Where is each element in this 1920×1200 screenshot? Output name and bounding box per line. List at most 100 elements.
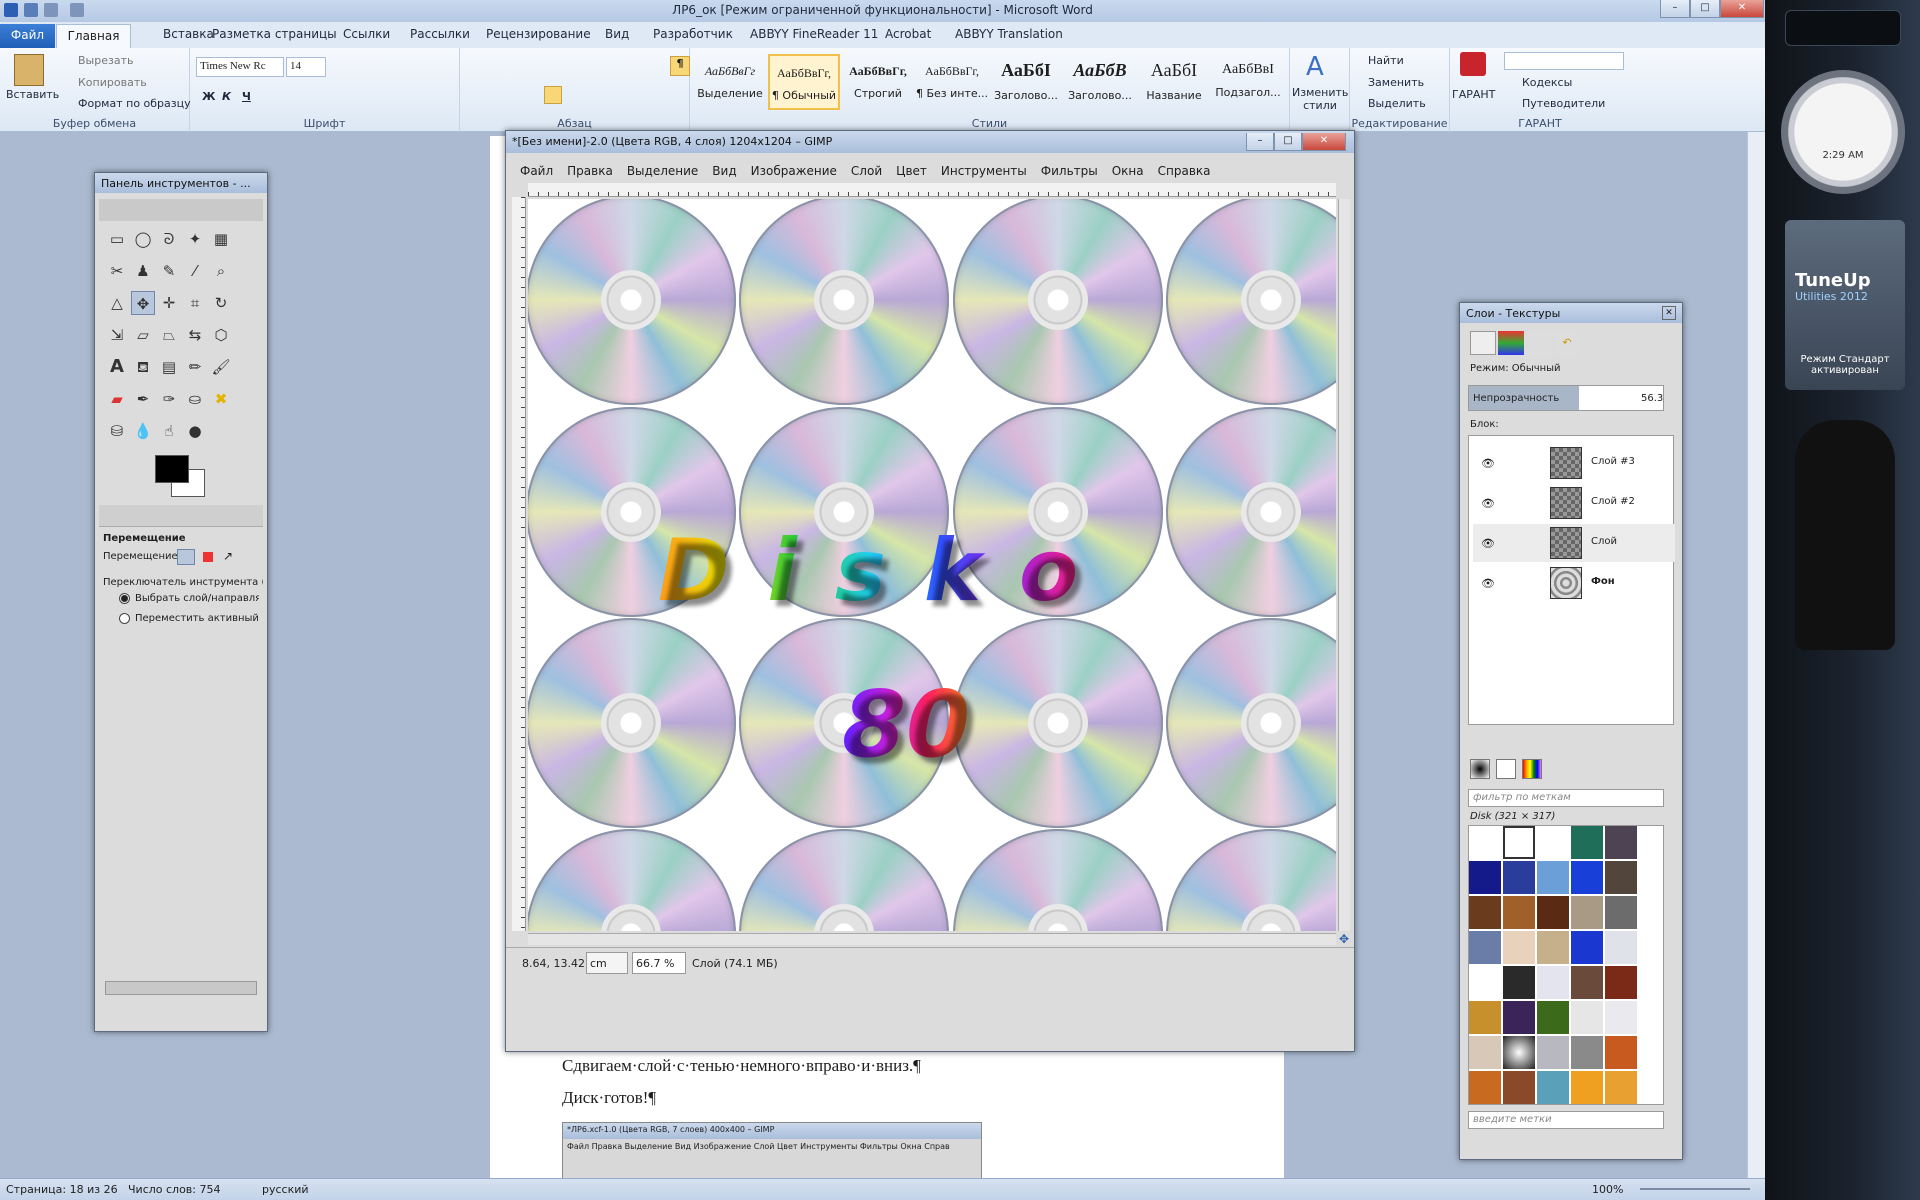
rotate-icon[interactable]: ↻ <box>209 291 233 315</box>
gradients-tab-icon[interactable] <box>1522 759 1542 779</box>
layers-tab-icon[interactable] <box>1470 331 1496 355</box>
gimp-maximize-button[interactable]: □ <box>1274 133 1302 151</box>
style-item[interactable]: АаБбВ Заголово... <box>1064 54 1136 110</box>
tab-layout[interactable]: Разметка страницы <box>212 27 337 41</box>
foreground-select-icon[interactable]: ♟ <box>131 259 155 283</box>
tab-finereader[interactable]: ABBYY FineReader 11 <box>750 27 878 41</box>
ellipse-select-icon[interactable]: ◯ <box>131 227 155 251</box>
texture-swatch[interactable] <box>1605 896 1637 929</box>
texture-swatch[interactable] <box>1469 1071 1501 1104</box>
texture-swatch[interactable] <box>1605 1071 1637 1104</box>
rect-select-icon[interactable]: ▭ <box>105 227 129 251</box>
tab-mailings[interactable]: Рассылки <box>410 27 470 41</box>
texture-swatch[interactable] <box>1503 1001 1535 1034</box>
paths-icon[interactable]: ✎ <box>157 259 181 283</box>
text-tool-icon[interactable]: A <box>105 355 129 379</box>
texture-swatch[interactable] <box>1571 896 1603 929</box>
texture-swatch[interactable] <box>1537 1036 1569 1069</box>
format-painter-button[interactable]: Формат по образцу <box>78 97 191 110</box>
vertical-scrollbar[interactable] <box>1747 132 1765 1178</box>
menu-layer[interactable]: Слой <box>851 164 882 178</box>
find-button[interactable]: Найти <box>1368 54 1404 67</box>
texture-swatch[interactable] <box>1605 861 1637 894</box>
minimize-button[interactable]: – <box>1660 0 1690 18</box>
tag-entry-input[interactable]: введите метки <box>1468 1111 1664 1129</box>
shear-icon[interactable]: ▱ <box>131 323 155 347</box>
guides-link[interactable]: Путеводители <box>1522 97 1605 110</box>
texture-swatch[interactable] <box>1469 1001 1501 1034</box>
layers-button-bar[interactable] <box>1470 729 1670 747</box>
texture-swatch[interactable] <box>1469 966 1501 999</box>
select-by-color-icon[interactable]: ▦ <box>209 227 233 251</box>
texture-swatch[interactable] <box>1469 826 1501 859</box>
texture-swatch[interactable] <box>1537 896 1569 929</box>
texture-swatch[interactable] <box>1469 931 1501 964</box>
texture-swatch[interactable] <box>1503 966 1535 999</box>
toolbox-bottom-buttons[interactable] <box>115 1005 245 1023</box>
menu-windows[interactable]: Окна <box>1112 164 1144 178</box>
zoom-select[interactable]: 66.7 % <box>632 952 686 974</box>
canvas-v-scrollbar[interactable] <box>1338 199 1350 931</box>
codes-link[interactable]: Кодексы <box>1522 76 1572 89</box>
style-item[interactable]: АаБбВвГг, ¶ Без инте... <box>916 54 988 110</box>
texture-swatch[interactable] <box>1537 861 1569 894</box>
style-item[interactable]: АаБбI Заголово... <box>990 54 1062 110</box>
texture-swatch[interactable] <box>1537 931 1569 964</box>
textures-button-bar[interactable] <box>1470 1135 1670 1153</box>
scissors-icon[interactable]: ✂ <box>105 259 129 283</box>
style-item[interactable]: АаБбВвІ Подзагол... <box>1212 54 1284 110</box>
texture-swatch[interactable] <box>1537 1071 1569 1104</box>
texture-swatch[interactable] <box>1537 1001 1569 1034</box>
paste-button[interactable]: Вставить <box>6 88 59 101</box>
move-selection-button[interactable] <box>203 552 213 562</box>
lasso-icon[interactable]: ᘐ <box>157 227 181 251</box>
tab-translation[interactable]: ABBYY Translation <box>955 27 1063 41</box>
menu-filters[interactable]: Фильтры <box>1041 164 1098 178</box>
tab-view[interactable]: Вид <box>605 27 629 41</box>
menu-select[interactable]: Выделение <box>627 164 698 178</box>
tag-filter-input[interactable]: фильтр по меткам <box>1468 789 1664 807</box>
visibility-eye-icon[interactable]: 👁 <box>1481 497 1495 510</box>
tab-review[interactable]: Рецензирование <box>486 27 591 41</box>
visibility-eye-icon[interactable]: 👁 <box>1481 537 1495 550</box>
brushes-tab-icon[interactable] <box>1470 759 1490 779</box>
heal-icon[interactable]: ✖ <box>209 387 233 411</box>
texture-swatch[interactable] <box>1571 931 1603 964</box>
texture-swatch[interactable] <box>1537 966 1569 999</box>
radio-pick-layer[interactable] <box>119 593 130 604</box>
underline-button[interactable]: Ч <box>242 90 251 103</box>
layer-row[interactable]: 👁 Слой #3 <box>1473 444 1675 482</box>
close-button[interactable]: ✕ <box>1720 0 1764 18</box>
tab-references[interactable]: Ссылки <box>343 27 390 41</box>
texture-swatch[interactable] <box>1571 826 1603 859</box>
style-item[interactable]: АаБбВвГг, Строгий <box>842 54 914 110</box>
texture-swatch[interactable] <box>1503 896 1535 929</box>
cut-button[interactable]: Вырезать <box>78 54 133 67</box>
gimp-minimize-button[interactable]: – <box>1246 133 1274 151</box>
dodge-burn-icon[interactable]: ● <box>183 419 207 443</box>
texture-swatch[interactable] <box>1605 966 1637 999</box>
menu-view[interactable]: Вид <box>712 164 736 178</box>
style-item[interactable]: АаБбВвГг Выделение <box>694 54 766 110</box>
opacity-slider[interactable]: Непрозрачность 56.3 <box>1468 385 1664 411</box>
paths-tab-icon[interactable] <box>1526 331 1552 355</box>
visibility-eye-icon[interactable]: 👁 <box>1481 457 1495 470</box>
change-styles-button[interactable]: Изменить стили <box>1292 86 1348 112</box>
style-item[interactable]: АаБбВвГг, ¶ Обычный <box>768 54 840 110</box>
font-name-combo[interactable]: Times New Rc <box>196 57 284 77</box>
gimp-close-button[interactable]: ✕ <box>1302 133 1346 151</box>
copy-button[interactable]: Копировать <box>78 76 147 89</box>
media-gadget[interactable] <box>1785 10 1901 46</box>
tab-file[interactable]: Файл <box>0 24 55 48</box>
airbrush-icon[interactable]: ✒ <box>131 387 155 411</box>
horizontal-ruler[interactable] <box>528 183 1336 197</box>
bucket-fill-icon[interactable]: ⛾ <box>131 355 155 379</box>
italic-button[interactable]: К <box>222 90 231 103</box>
justify-button[interactable] <box>544 86 562 104</box>
scale-icon[interactable]: ⇲ <box>105 323 129 347</box>
pencil-icon[interactable]: ✏ <box>183 355 207 379</box>
bold-button[interactable]: Ж <box>202 90 215 103</box>
move-path-button[interactable]: ↗ <box>223 549 233 563</box>
foreground-color-swatch[interactable] <box>155 455 189 483</box>
measure-icon[interactable]: △ <box>105 291 129 315</box>
